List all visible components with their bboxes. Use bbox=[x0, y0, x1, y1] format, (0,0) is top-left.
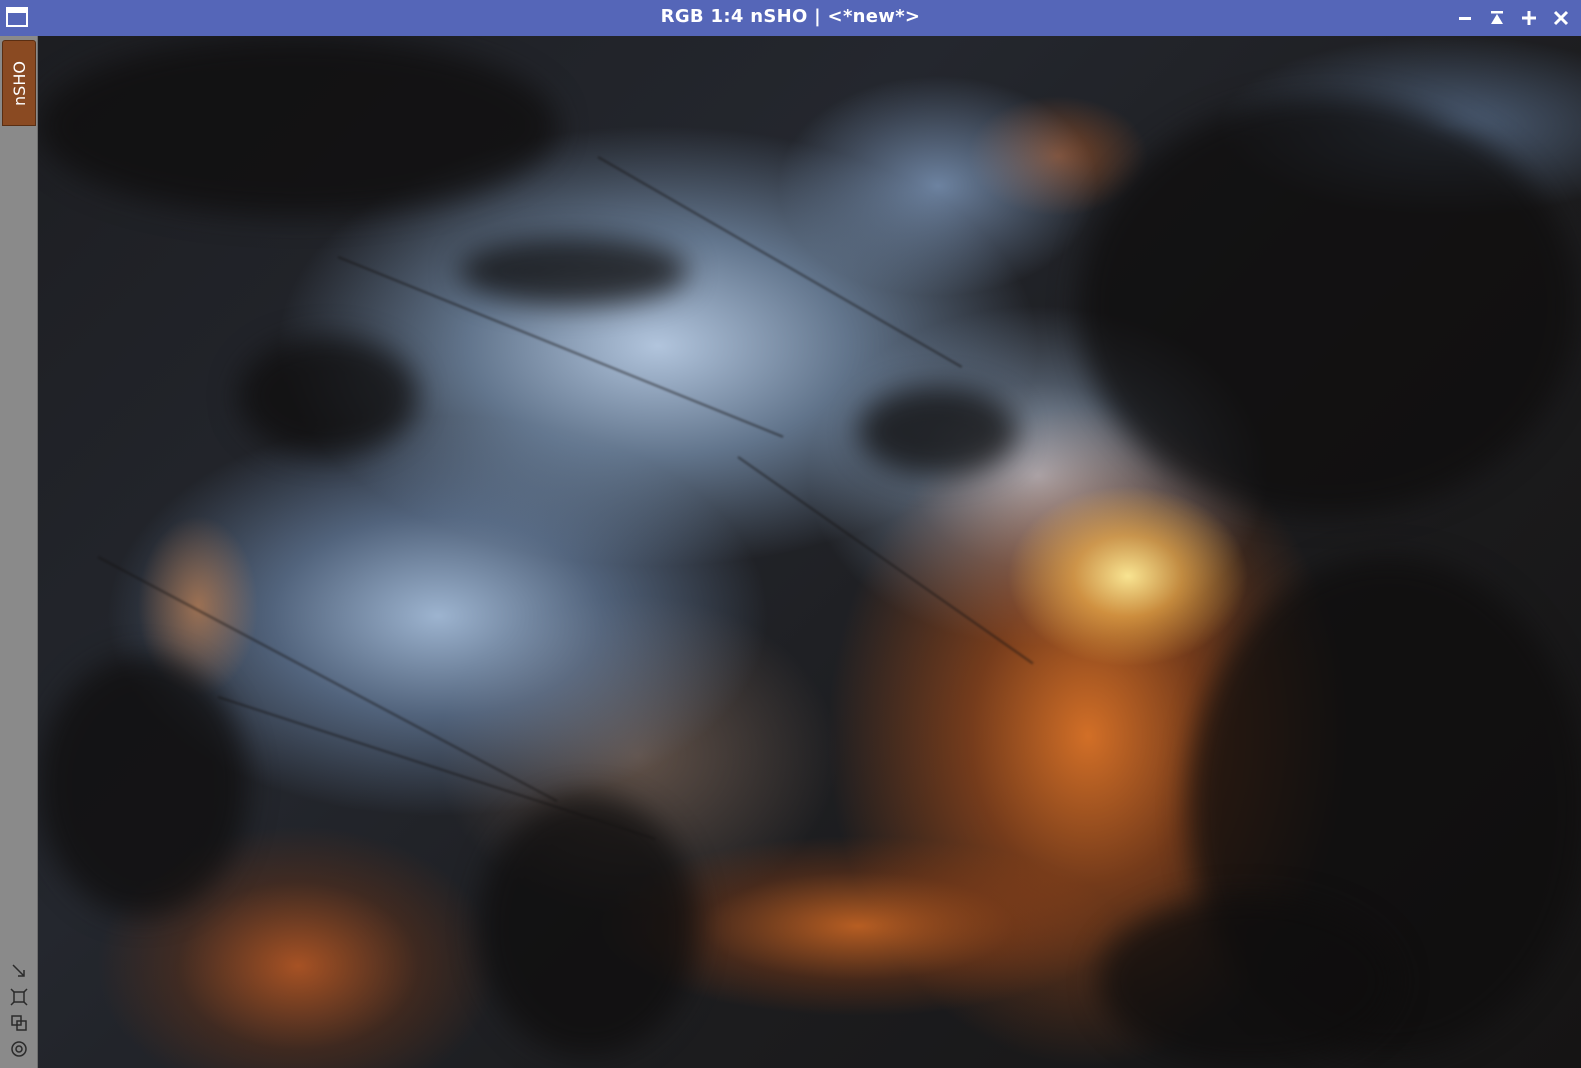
image-viewport[interactable] bbox=[38, 36, 1581, 1068]
title-bar[interactable]: RGB 1:4 nSHO | <*new*> bbox=[0, 0, 1581, 36]
dark-nebula bbox=[38, 656, 248, 916]
view-tools bbox=[0, 962, 38, 1058]
dark-nebula bbox=[1098, 896, 1398, 1066]
dark-nebula bbox=[458, 236, 688, 306]
dark-nebula bbox=[1078, 96, 1578, 516]
maximize-icon[interactable] bbox=[1517, 6, 1541, 30]
zoom-to-fit-icon[interactable] bbox=[9, 988, 29, 1006]
dark-nebula bbox=[858, 386, 1018, 476]
dust-lane bbox=[217, 696, 656, 841]
dark-nebula bbox=[238, 336, 418, 456]
dark-nebula bbox=[478, 796, 698, 1056]
clone-icon[interactable] bbox=[9, 1014, 29, 1032]
dark-nebula bbox=[38, 36, 558, 216]
view-sidebar: nSHO bbox=[0, 36, 38, 1068]
dust-lane bbox=[737, 456, 1034, 665]
shade-icon[interactable] bbox=[1485, 6, 1509, 30]
stf-icon[interactable] bbox=[9, 1040, 29, 1058]
minimize-icon[interactable] bbox=[1453, 6, 1477, 30]
view-identifier-tab[interactable]: nSHO bbox=[2, 40, 36, 126]
window-title: RGB 1:4 nSHO | <*new*> bbox=[660, 6, 921, 27]
fit-to-window-icon[interactable] bbox=[9, 962, 29, 980]
image-window: RGB 1:4 nSHO | <*new*> nSHO bbox=[0, 0, 1581, 1068]
view-identifier-label: nSHO bbox=[9, 60, 29, 106]
close-icon[interactable] bbox=[1549, 6, 1573, 30]
window-controls bbox=[1453, 6, 1573, 30]
